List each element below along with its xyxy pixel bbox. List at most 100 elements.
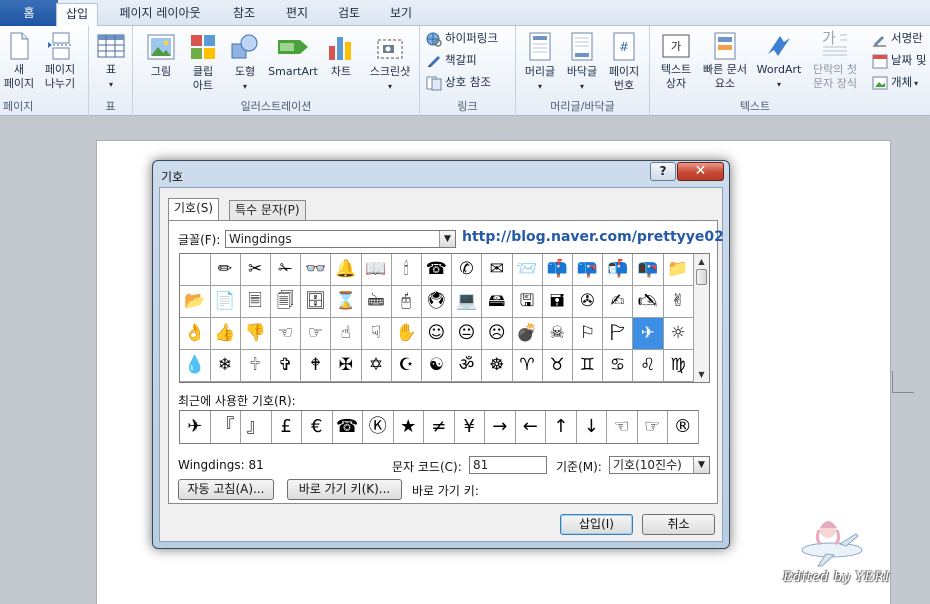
symbol-cell[interactable]: ✇ — [572, 286, 604, 318]
recent-symbol-cell[interactable]: ☎ — [333, 411, 363, 443]
tab-home[interactable]: 홈 — [0, 0, 58, 26]
scroll-up-icon[interactable]: ▲ — [694, 254, 709, 269]
date-time-button[interactable]: 날짜 및 — [872, 50, 926, 70]
symbol-cell[interactable]: 🗏 — [240, 286, 271, 318]
textbox-button[interactable]: 가 텍스트 상자 — [654, 32, 698, 91]
symbol-cell[interactable]: ॐ — [451, 350, 483, 382]
character-code-input[interactable]: 81 — [469, 456, 547, 474]
symbol-cell[interactable]: 😐 — [451, 318, 483, 350]
font-select[interactable]: Wingdings ▼ — [225, 230, 456, 248]
recent-symbol-cell[interactable]: € — [302, 411, 333, 443]
symbol-cell[interactable]: 💧 — [180, 350, 211, 382]
symbol-cell[interactable]: 📬 — [602, 254, 634, 286]
symbol-cell[interactable] — [180, 254, 211, 286]
table-button[interactable]: 표 ▾ — [95, 32, 127, 92]
symbol-cell[interactable]: ⚐ — [572, 318, 604, 350]
symbol-cell[interactable]: 👓 — [300, 254, 332, 286]
symbol-cell[interactable]: 🖎 — [633, 286, 664, 318]
recent-symbol-cell[interactable]: ≠ — [424, 411, 455, 443]
chart-button[interactable]: 차트 — [323, 32, 359, 79]
symbol-cell[interactable]: 🖴 — [482, 286, 513, 318]
symbol-cell[interactable]: 🖮 — [361, 286, 392, 318]
tab-symbols[interactable]: 기호(S) — [168, 198, 220, 221]
symbol-cell[interactable]: 📪 — [572, 254, 604, 286]
smartart-button[interactable]: SmartArt — [267, 32, 319, 79]
symbol-cell[interactable]: ☟ — [361, 318, 392, 350]
close-button[interactable]: ✕ — [677, 162, 724, 181]
symbol-cell[interactable]: ✌ — [663, 286, 694, 318]
recent-symbol-cell[interactable]: ® — [668, 411, 699, 443]
insert-button[interactable]: 삽입(I) — [560, 514, 633, 535]
wordart-button[interactable]: WordArt ▾ — [754, 32, 804, 92]
symbol-cell[interactable]: ✁ — [270, 254, 302, 286]
chevron-down-icon[interactable]: ▼ — [439, 231, 455, 247]
chevron-down-icon[interactable]: ▼ — [693, 457, 709, 473]
symbol-cell[interactable]: 🗐 — [270, 286, 302, 318]
symbol-cell[interactable]: ✂ — [240, 254, 271, 286]
clipart-button[interactable]: 클립 아트 — [185, 32, 221, 93]
symbol-cell[interactable]: ✍ — [602, 286, 634, 318]
symbol-cell[interactable]: 🕯 — [391, 254, 422, 286]
symbol-cell[interactable]: ✋ — [391, 318, 422, 350]
symbol-cell[interactable]: ♋ — [602, 350, 634, 382]
quick-parts-button[interactable]: 빠른 문서 요소 — [698, 32, 752, 91]
symbol-cell[interactable]: 🔔 — [331, 254, 362, 286]
symbol-cell[interactable]: ♈ — [512, 350, 543, 382]
symbol-cell[interactable]: 📨 — [512, 254, 543, 286]
new-page-button[interactable]: 새 페이지 — [2, 32, 36, 91]
cross-reference-button[interactable]: 상호 참조 — [426, 72, 491, 92]
symbol-cell[interactable]: 📭 — [633, 254, 664, 286]
shortcut-key-button[interactable]: 바로 가기 키(K)... — [287, 479, 402, 500]
symbol-cell[interactable]: ❄ — [210, 350, 241, 382]
footer-button[interactable]: 바닥글 ▾ — [562, 32, 602, 94]
recent-symbol-cell[interactable]: Ⓚ — [363, 411, 394, 443]
recent-symbol-cell[interactable]: ¥ — [455, 411, 485, 443]
scroll-thumb[interactable] — [696, 269, 707, 285]
recent-symbol-cell[interactable]: ★ — [394, 411, 424, 443]
tab-special-characters[interactable]: 특수 문자(P) — [229, 200, 306, 220]
symbol-cell[interactable]: ♊ — [572, 350, 604, 382]
symbol-cell[interactable]: 🖬 — [542, 286, 573, 318]
symbol-cell[interactable]: 🖫 — [512, 286, 543, 318]
tab-view[interactable]: 보기 — [380, 3, 422, 26]
recent-symbol-cell[interactable]: ☞ — [638, 411, 668, 443]
symbol-cell[interactable]: ☠ — [542, 318, 573, 350]
symbol-cell[interactable]: 📁 — [663, 254, 694, 286]
symbol-cell[interactable]: ✠ — [331, 350, 362, 382]
object-button[interactable]: 개체 ▾ — [872, 72, 918, 92]
symbol-cell[interactable]: ✆ — [451, 254, 483, 286]
symbol-cell[interactable]: ♌ — [633, 350, 664, 382]
symbol-cell[interactable]: ☎ — [421, 254, 453, 286]
tab-references[interactable]: 참조 — [222, 3, 266, 26]
symbol-cell[interactable]: ☹ — [482, 318, 513, 350]
symbol-cell[interactable]: ✡ — [361, 350, 392, 382]
recent-symbol-cell[interactable]: → — [485, 411, 516, 443]
symbol-cell[interactable]: ✉ — [482, 254, 513, 286]
symbol-cell[interactable]: 💻 — [451, 286, 483, 318]
symbol-cell[interactable]: ♉ — [542, 350, 573, 382]
symbol-cell[interactable]: 👌 — [180, 318, 211, 350]
symbol-cell[interactable]: 🕆 — [240, 350, 271, 382]
recent-symbol-cell[interactable]: ✈ — [180, 411, 211, 443]
page-break-button[interactable]: 페이지 나누기 — [40, 32, 80, 91]
symbol-cell[interactable]: ♍ — [663, 350, 694, 382]
symbol-cell[interactable]: ⌛ — [331, 286, 362, 318]
scroll-down-icon[interactable]: ▼ — [694, 367, 709, 382]
symbol-cell[interactable]: ☪ — [391, 350, 422, 382]
symbol-cell[interactable]: ☯ — [421, 350, 453, 382]
recent-symbol-cell[interactable]: ☜ — [607, 411, 638, 443]
symbol-cell[interactable]: ☜ — [270, 318, 302, 350]
recent-symbol-cell[interactable]: ← — [516, 411, 546, 443]
recent-symbol-cell[interactable]: ↑ — [546, 411, 577, 443]
symbol-cell[interactable]: ☼ — [663, 318, 694, 350]
symbol-cell[interactable]: 🖰 — [391, 286, 422, 318]
from-select[interactable]: 기호(10진수) ▼ — [609, 456, 710, 474]
page-number-button[interactable]: # 페이지 번호 — [604, 32, 644, 93]
signature-line-button[interactable]: 서명란 — [872, 28, 923, 48]
help-button[interactable]: ? — [650, 162, 676, 181]
symbol-cell[interactable]: ✈ — [633, 318, 664, 350]
tab-page-layout[interactable]: 페이지 레이아웃 — [108, 3, 212, 26]
recent-symbol-cell[interactable]: 『 — [211, 411, 241, 443]
symbol-cell[interactable]: 📖 — [361, 254, 392, 286]
symbol-cell[interactable]: 👍 — [210, 318, 241, 350]
